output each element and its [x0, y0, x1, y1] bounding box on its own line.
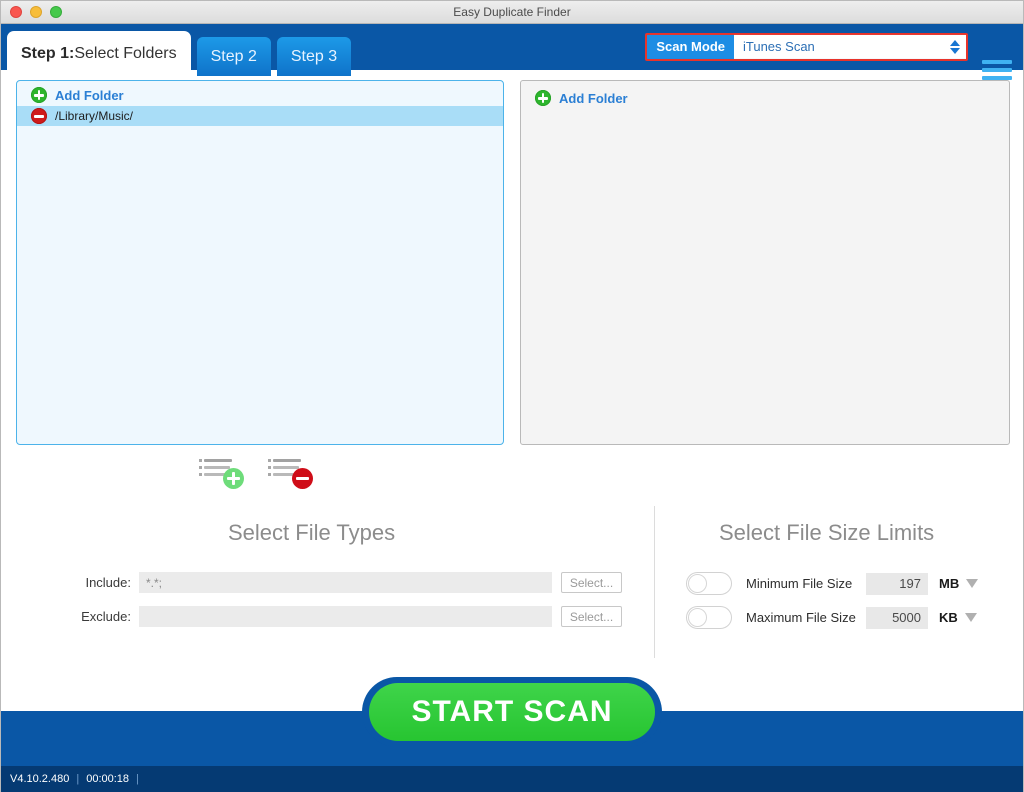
step-tabs: Step 1: Select Folders Step 2 Step 3 [7, 31, 352, 76]
add-folder-label-right: Add Folder [559, 90, 628, 106]
status-bar: V4.10.2.480 | 00:00:18 | [1, 766, 1023, 792]
source-folders-panel: Add Folder /Library/Music/ [16, 80, 504, 445]
plus-circle-icon [535, 90, 551, 106]
folder-path: /Library/Music/ [55, 109, 134, 123]
maximum-file-size-row: Maximum File Size 5000 KB [686, 606, 977, 629]
add-folder-button-right[interactable]: Add Folder [521, 81, 1009, 106]
target-folders-panel: Add Folder [520, 80, 1010, 445]
exclude-label: Exclude: [81, 609, 131, 624]
minimum-file-size-value[interactable]: 197 [866, 572, 928, 595]
tab-step-2-label: Step 2 [210, 47, 257, 65]
exclude-select-button[interactable]: Select... [561, 606, 622, 627]
include-label: Include: [85, 575, 131, 590]
minimum-file-size-toggle[interactable] [686, 572, 732, 595]
add-folder-button-left[interactable]: Add Folder [17, 81, 503, 103]
exclude-field-row: Exclude: Select... [69, 606, 622, 627]
status-separator-2: | [136, 773, 139, 785]
version-label: V4.10.2.480 [10, 773, 70, 785]
chevron-down-icon[interactable] [966, 579, 979, 588]
maximum-file-size-label: Maximum File Size [746, 610, 856, 625]
file-types-title: Select File Types [228, 520, 396, 545]
include-input[interactable]: *.*; [139, 572, 552, 593]
file-size-title: Select File Size Limits [719, 520, 935, 545]
add-list-icon[interactable] [199, 456, 244, 489]
plus-circle-icon [31, 87, 47, 103]
include-field-row: Include: *.*; Select... [69, 572, 622, 593]
tab-step-2[interactable]: Step 2 [196, 37, 271, 76]
section-divider [654, 506, 655, 658]
add-folder-label-left: Add Folder [55, 87, 124, 103]
stepper-arrows-icon[interactable] [950, 39, 960, 54]
list-action-icons [199, 456, 313, 489]
minimum-file-size-unit: MB [939, 576, 960, 591]
scan-mode-dropdown[interactable]: iTunes Scan [734, 34, 966, 59]
maximum-file-size-toggle[interactable] [686, 606, 732, 629]
exclude-input[interactable] [139, 606, 552, 627]
folder-list-item[interactable]: /Library/Music/ [17, 106, 503, 126]
maximum-file-size-unit: KB [939, 610, 958, 625]
remove-list-icon[interactable] [268, 456, 313, 489]
maximum-file-size-value[interactable]: 5000 [866, 606, 928, 629]
application-window: Easy Duplicate Finder Step 1: Select Fol… [0, 0, 1024, 792]
window-title: Easy Duplicate Finder [453, 5, 571, 19]
chevron-down-icon[interactable] [964, 613, 977, 622]
tab-step-3[interactable]: Step 3 [276, 37, 352, 76]
scan-mode-label: Scan Mode [647, 34, 734, 59]
tab-step-1-strong: Step 1: [21, 44, 75, 62]
minus-circle-icon[interactable] [31, 108, 47, 124]
scan-mode-value: iTunes Scan [743, 39, 815, 55]
status-separator-1: | [76, 773, 80, 785]
start-scan-button[interactable]: START SCAN [369, 683, 655, 741]
minimum-file-size-label: Minimum File Size [746, 576, 853, 591]
tab-step-3-label: Step 3 [290, 47, 338, 65]
tab-step-1[interactable]: Step 1: Select Folders [7, 31, 191, 76]
tab-step-1-rest: Select Folders [74, 44, 177, 62]
minimum-file-size-row: Minimum File Size 197 MB [686, 572, 979, 595]
include-select-button[interactable]: Select... [561, 572, 622, 593]
toolbar: Step 1: Select Folders Step 2 Step 3 Sca… [1, 24, 1023, 80]
title-bar: Easy Duplicate Finder [1, 1, 1023, 24]
scan-mode-control: Scan Mode iTunes Scan [645, 32, 968, 61]
hamburger-icon[interactable] [982, 60, 1012, 80]
elapsed-time-label: 00:00:18 [86, 773, 130, 785]
